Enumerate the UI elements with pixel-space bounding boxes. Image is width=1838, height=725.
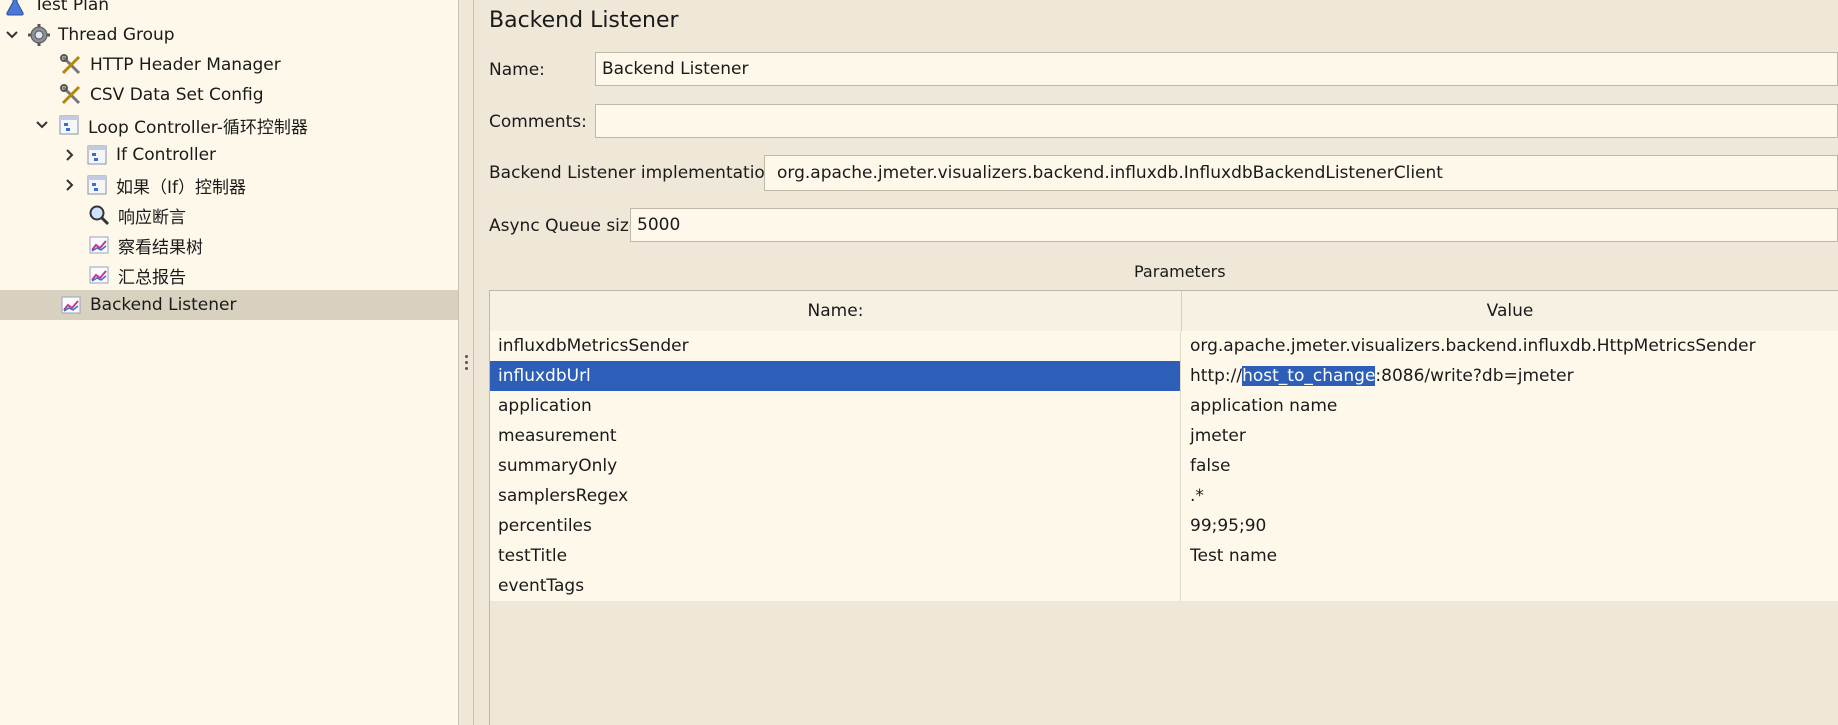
split-pane-divider[interactable] <box>459 0 474 725</box>
value-text-selection: host_to_change <box>1242 366 1376 386</box>
column-header-value[interactable]: Value <box>1182 291 1838 331</box>
param-name-cell[interactable]: influxdbUrl <box>490 361 1181 391</box>
tree-item-label: Test Plan <box>34 0 110 15</box>
tree-item-label: Backend Listener <box>90 295 237 315</box>
table-row[interactable]: eventTags <box>490 571 1838 602</box>
gear-icon <box>26 22 52 48</box>
param-value-cell[interactable]: org.apache.jmeter.visualizers.backend.in… <box>1182 331 1838 361</box>
param-name-cell[interactable]: measurement <box>490 421 1181 451</box>
test-plan-icon <box>2 0 28 18</box>
value-text-prefix: http:// <box>1190 366 1243 386</box>
value-text-suffix: :8086/write?db=jmeter <box>1375 366 1574 386</box>
backend-listener-panel: Backend Listener Name: Backend Listener … <box>474 0 1838 725</box>
table-row[interactable]: samplersRegex .* <box>490 481 1838 512</box>
tree-item-summary-report[interactable]: 汇总报告 <box>0 260 458 290</box>
param-value-cell[interactable]: 99;95;90 <box>1182 511 1838 541</box>
chevron-right-icon[interactable] <box>62 177 78 193</box>
param-name-cell[interactable]: application <box>490 391 1181 421</box>
parameters-table: Name: Value influxdbMetricsSender org.ap… <box>489 290 1838 725</box>
controller-icon <box>84 142 110 168</box>
implementation-select[interactable]: org.apache.jmeter.visualizers.backend.in… <box>764 155 1838 191</box>
name-label: Name: <box>489 60 545 80</box>
tree-item-label: 汇总报告 <box>118 267 186 288</box>
param-value-cell[interactable]: http://host_to_change:8086/write?db=jmet… <box>1182 361 1838 391</box>
tree-item-thread-group[interactable]: Thread Group <box>0 20 458 50</box>
tree-item-label: Thread Group <box>58 25 175 45</box>
param-name-cell[interactable]: influxdbMetricsSender <box>490 331 1181 361</box>
tree-item-label: 响应断言 <box>118 207 186 228</box>
name-field[interactable]: Backend Listener <box>595 52 1838 86</box>
param-value-cell[interactable]: Test name <box>1182 541 1838 571</box>
drag-handle-icon <box>464 355 468 370</box>
panel-title: Backend Listener <box>489 8 679 33</box>
param-name-cell[interactable]: samplersRegex <box>490 481 1181 511</box>
tree-item-if-controller-cn[interactable]: 如果（If）控制器 <box>0 170 458 200</box>
tree-item-label: 如果（If）控制器 <box>116 177 246 198</box>
tree-item-label: CSV Data Set Config <box>90 85 264 105</box>
implementation-label: Backend Listener implementation <box>489 163 776 183</box>
parameters-title: Parameters <box>1134 262 1226 281</box>
chevron-right-icon[interactable] <box>62 147 78 163</box>
tree-item-http-header-manager[interactable]: HTTP Header Manager <box>0 50 458 80</box>
tree-item-backend-listener[interactable]: Backend Listener <box>0 290 458 320</box>
param-value-cell[interactable]: application name <box>1182 391 1838 421</box>
param-name-cell[interactable]: percentiles <box>490 511 1181 541</box>
comments-label: Comments: <box>489 112 587 132</box>
tree-item-response-assertion[interactable]: 响应断言 <box>0 200 458 230</box>
async-queue-size-field[interactable]: 5000 <box>630 208 1838 242</box>
table-row[interactable]: measurement jmeter <box>490 421 1838 452</box>
magnifier-icon <box>86 202 112 228</box>
tree-item-label: Loop Controller-循环控制器 <box>88 117 308 138</box>
param-value-cell[interactable] <box>1182 571 1838 601</box>
graph-icon <box>58 292 84 318</box>
tree-item-if-controller[interactable]: If Controller <box>0 140 458 170</box>
controller-icon <box>84 172 110 198</box>
tree-item-test-plan[interactable]: Test Plan <box>0 0 458 20</box>
graph-icon <box>86 232 112 258</box>
chevron-down-icon[interactable] <box>34 117 50 133</box>
param-name-cell[interactable]: eventTags <box>490 571 1181 601</box>
tree-item-label: If Controller <box>116 145 217 165</box>
param-value-cell[interactable]: false <box>1182 451 1838 481</box>
tree-item-label: 察看结果树 <box>118 237 203 258</box>
wrench-scissors-icon <box>58 82 84 108</box>
param-value-cell[interactable]: .* <box>1182 481 1838 511</box>
param-value-cell[interactable]: jmeter <box>1182 421 1838 451</box>
wrench-scissors-icon <box>58 52 84 78</box>
controller-icon <box>56 112 82 138</box>
tree-item-loop-controller[interactable]: Loop Controller-循环控制器 <box>0 110 458 140</box>
test-plan-tree: Test Plan Thread Group HTTP Header Manag… <box>0 0 459 725</box>
table-row[interactable]: influxdbMetricsSender org.apache.jmeter.… <box>490 331 1838 362</box>
param-name-cell[interactable]: testTitle <box>490 541 1181 571</box>
tree-item-csv-data-set-config[interactable]: CSV Data Set Config <box>0 80 458 110</box>
param-name-cell[interactable]: summaryOnly <box>490 451 1181 481</box>
table-row[interactable]: testTitle Test name <box>490 541 1838 572</box>
column-header-name[interactable]: Name: <box>490 291 1182 331</box>
table-row[interactable]: summaryOnly false <box>490 451 1838 482</box>
jmeter-window: Test Plan Thread Group HTTP Header Manag… <box>0 0 1838 725</box>
table-row[interactable]: influxdbUrl http://host_to_change:8086/w… <box>490 361 1838 392</box>
table-row[interactable]: application application name <box>490 391 1838 422</box>
chevron-down-icon[interactable] <box>4 27 20 43</box>
table-row[interactable]: percentiles 99;95;90 <box>490 511 1838 542</box>
graph-icon <box>86 262 112 288</box>
comments-field[interactable] <box>595 104 1838 138</box>
tree-item-label: HTTP Header Manager <box>90 55 281 75</box>
tree-item-view-results-tree[interactable]: 察看结果树 <box>0 230 458 260</box>
async-queue-size-label: Async Queue size <box>489 216 640 236</box>
table-header: Name: Value <box>490 291 1838 332</box>
